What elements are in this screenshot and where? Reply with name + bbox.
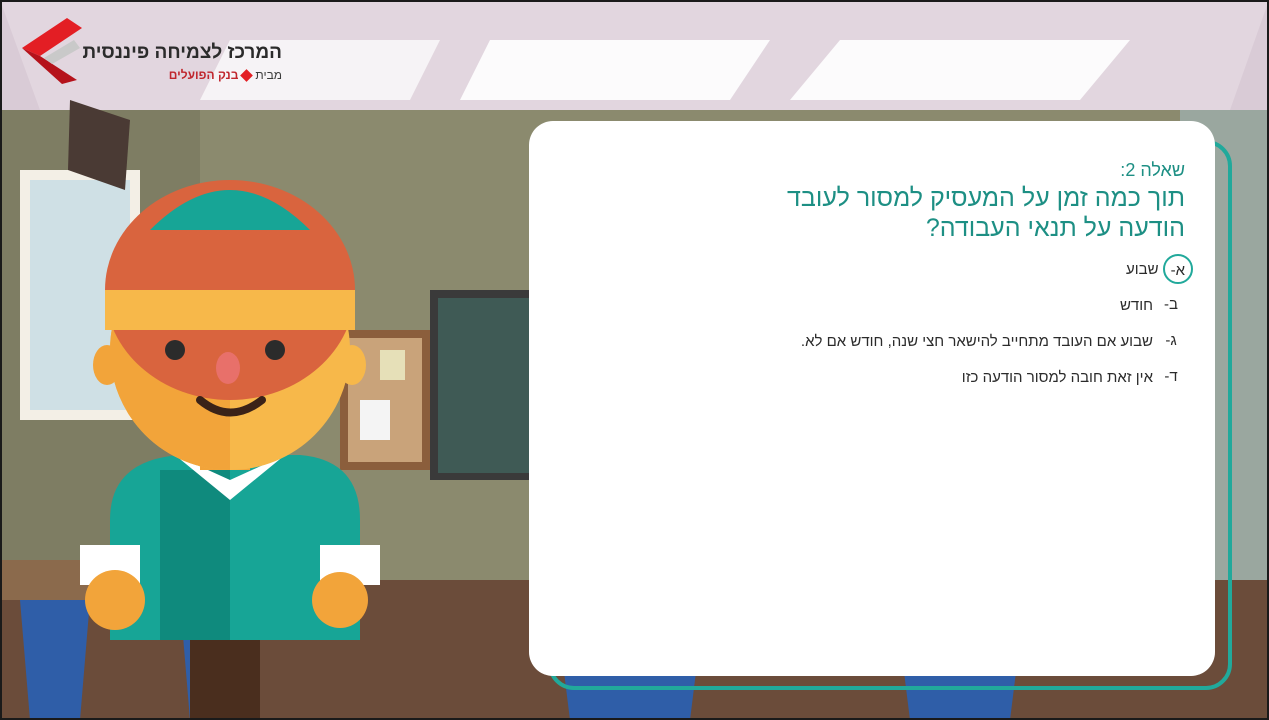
logo: המרכז לצמיחה פיננסית מבית בנק הפועלים <box>22 14 282 94</box>
diamond-icon <box>240 68 254 82</box>
logo-mark-icon <box>22 18 82 84</box>
logo-subtitle: מבית בנק הפועלים <box>169 68 282 82</box>
question-label: שאלה 2: <box>1120 160 1185 180</box>
answer-list: א- שבוע ב- חודש ג- שבוע אם העובד מתחייב … <box>559 251 1193 395</box>
answer-text: שבוע <box>1126 260 1159 278</box>
answer-letter: א- <box>1162 254 1193 284</box>
logo-subtitle-brand: בנק הפועלים <box>168 68 239 82</box>
answer-option-c[interactable]: ג- שבוע אם העובד מתחייב להישאר חצי שנה, … <box>559 323 1185 359</box>
answer-option-b[interactable]: ב- חודש <box>559 287 1185 323</box>
quiz-card: שאלה 2: תוך כמה זמן על המעסיק למסור לעוב… <box>529 121 1215 676</box>
answer-text: אין זאת חובה למסור הודעה כזו <box>961 368 1153 386</box>
answer-text: חודש <box>1119 296 1153 314</box>
logo-subtitle-prefix: מבית <box>255 68 282 82</box>
logo-title: המרכז לצמיחה פיננסית <box>82 42 282 63</box>
question-text: תוך כמה זמן על המעסיק למסור לעובד הודעה … <box>787 184 1185 242</box>
answer-text: שבוע אם העובד מתחייב להישאר חצי שנה, חוד… <box>800 332 1153 350</box>
answer-option-a[interactable]: א- שבוע <box>559 251 1193 287</box>
answer-letter: ב- <box>1164 296 1178 313</box>
answer-option-d[interactable]: ד- אין זאת חובה למסור הודעה כזו <box>559 359 1185 395</box>
answer-letter: ג- <box>1165 332 1177 349</box>
answer-letter: ד- <box>1164 368 1178 385</box>
